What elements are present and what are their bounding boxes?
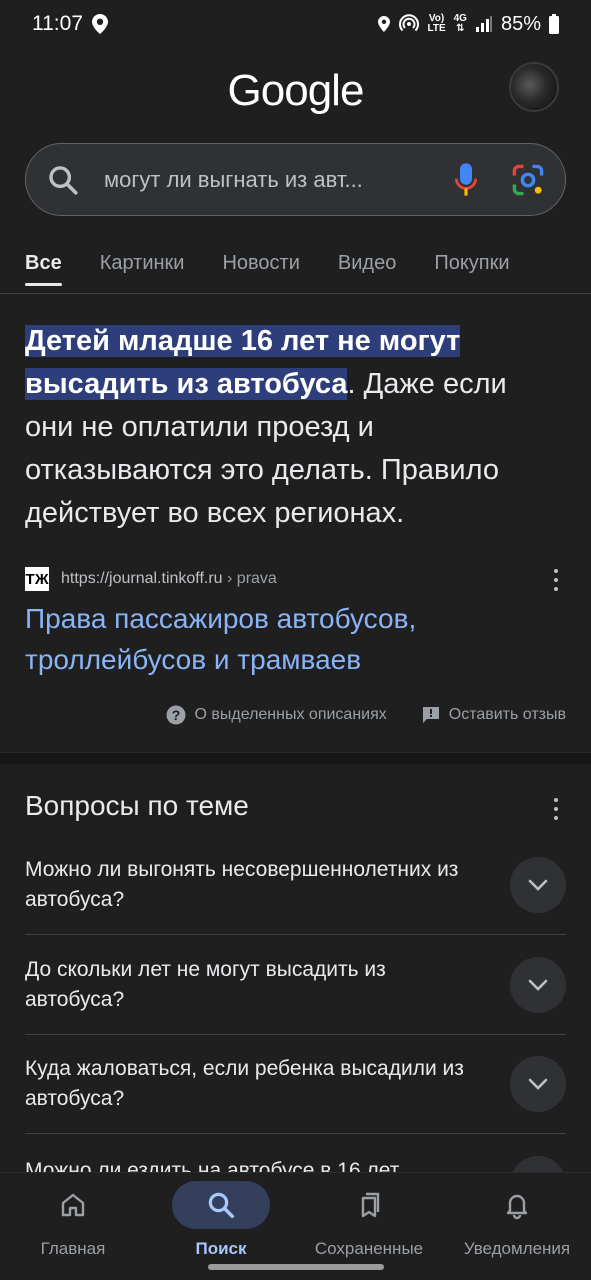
battery-percent: 85% xyxy=(500,12,541,35)
nav-search-label: Поиск xyxy=(195,1239,247,1258)
search-icon xyxy=(208,1192,234,1218)
search-input[interactable]: могут ли выгнать из авт... xyxy=(104,167,441,193)
location-pin-icon xyxy=(92,14,108,34)
chevron-down-icon xyxy=(528,1078,548,1090)
expand-button[interactable] xyxy=(510,956,566,1013)
featured-snippet: Детей младше 16 лет не могут высадить из… xyxy=(25,320,545,535)
status-right: Vo) LTE 4G ⇅ 85% xyxy=(377,13,559,36)
tab-all[interactable]: Все xyxy=(25,246,62,294)
saved-collections-icon xyxy=(361,1192,380,1218)
location-icon xyxy=(378,16,391,32)
expand-button[interactable] xyxy=(510,856,566,913)
feedback-button[interactable]: Оставить отзыв xyxy=(421,705,566,725)
about-snippets-button[interactable]: ? О выделенных описаниях xyxy=(166,705,387,725)
gesture-bar[interactable] xyxy=(208,1264,384,1270)
result-menu-icon[interactable] xyxy=(546,567,566,593)
question-item[interactable]: Можно ли выгонять несовершеннолетних из … xyxy=(25,835,566,935)
nav-saved[interactable]: Сохраненные xyxy=(299,1181,439,1271)
avatar[interactable] xyxy=(509,62,559,112)
question-text: Куда жаловаться, если ребенка высадили и… xyxy=(25,1056,464,1110)
section-divider xyxy=(0,752,591,764)
nav-saved-label: Сохраненные xyxy=(314,1239,424,1258)
questions-menu-icon[interactable] xyxy=(546,796,566,822)
search-icon xyxy=(49,165,78,195)
result-url: https://journal.tinkoff.ru › prava xyxy=(61,570,277,587)
status-bar: 11:07 Vo) LTE 4G ⇅ 85% xyxy=(0,0,591,48)
chevron-down-icon xyxy=(528,979,548,991)
question-item[interactable]: Куда жаловаться, если ребенка высадили и… xyxy=(25,1034,566,1134)
tab-shopping[interactable]: Покупки xyxy=(434,246,509,294)
volte-indicator: Vo) LTE xyxy=(427,13,446,34)
tab-images[interactable]: Картинки xyxy=(100,246,185,294)
site-favicon: ТЖ xyxy=(25,567,49,591)
svg-text:?: ? xyxy=(172,707,181,723)
tab-video[interactable]: Видео xyxy=(338,246,396,294)
feedback-icon xyxy=(422,707,439,723)
expand-button[interactable] xyxy=(510,1055,566,1112)
search-tabs: Все Картинки Новости Видео Покупки xyxy=(0,246,591,294)
header: Google xyxy=(0,56,591,136)
network-type: 4G ⇅ xyxy=(453,13,467,34)
related-questions-title: Вопросы по теме xyxy=(25,790,249,821)
nav-notifications-label: Уведомления xyxy=(463,1239,571,1258)
chevron-down-icon xyxy=(528,879,548,891)
google-logo[interactable]: Google xyxy=(0,66,591,116)
snippet-highlight-2: высадить из автобуса xyxy=(25,368,348,400)
nav-notifications[interactable]: Уведомления xyxy=(447,1181,587,1271)
snippet-highlight-1: Детей младше 16 лет не могут xyxy=(25,325,461,357)
question-text: До скольки лет не могут высадить из авто… xyxy=(25,957,386,1011)
microphone-icon[interactable] xyxy=(451,162,481,198)
nav-home[interactable]: Главная xyxy=(3,1181,143,1271)
status-left: 11:07 xyxy=(32,12,109,36)
snippet-footer: ? О выделенных описаниях Оставить отзыв xyxy=(0,702,566,728)
help-icon: ? xyxy=(166,705,186,725)
hotspot-icon xyxy=(399,14,420,32)
home-icon xyxy=(61,1193,85,1217)
battery-icon xyxy=(549,14,559,34)
signal-icon xyxy=(475,16,492,32)
google-lens-icon[interactable] xyxy=(511,163,545,197)
nav-home-label: Главная xyxy=(40,1239,106,1258)
question-item[interactable]: До скольки лет не могут высадить из авто… xyxy=(25,935,566,1035)
result-title-link[interactable]: Права пассажиров автобусов, троллейбусов… xyxy=(25,598,545,680)
tab-news[interactable]: Новости xyxy=(222,246,299,294)
nav-search[interactable]: Поиск xyxy=(151,1181,291,1271)
result-source[interactable]: ТЖ https://journal.tinkoff.ru › prava xyxy=(25,565,566,593)
search-bar[interactable]: могут ли выгнать из авт... xyxy=(25,143,566,216)
bell-icon xyxy=(506,1194,528,1220)
status-time: 11:07 xyxy=(32,12,83,35)
question-text: Можно ли выгонять несовершеннолетних из … xyxy=(25,857,459,911)
